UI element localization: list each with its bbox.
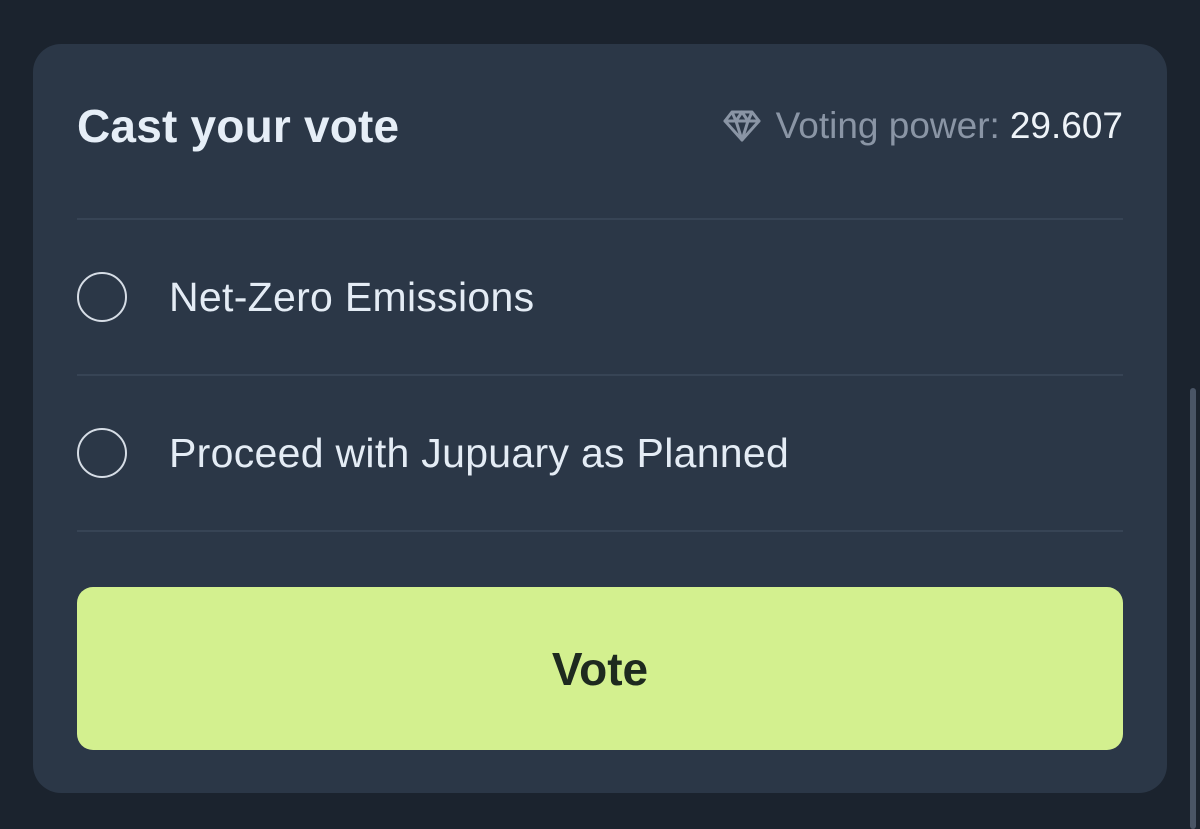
radio-button[interactable] <box>77 428 127 478</box>
vote-option-net-zero-emissions[interactable]: Net-Zero Emissions <box>77 220 1123 376</box>
option-label: Net-Zero Emissions <box>169 273 535 320</box>
scrollbar[interactable] <box>1190 388 1196 829</box>
diamond-icon <box>722 106 762 146</box>
vote-card-header: Cast your vote Voting power: 29.607 <box>77 44 1123 220</box>
vote-button[interactable]: Vote <box>77 587 1123 750</box>
voting-power: Voting power: 29.607 <box>722 102 1123 150</box>
radio-button[interactable] <box>77 272 127 322</box>
option-label: Proceed with Jupuary as Planned <box>169 429 790 476</box>
vote-option-proceed-with-jupuary[interactable]: Proceed with Jupuary as Planned <box>77 376 1123 532</box>
card-title: Cast your vote <box>77 100 400 152</box>
vote-card: Cast your vote Voting power: 29.607 Net-… <box>33 44 1167 793</box>
voting-power-label: Voting power: <box>775 105 1000 146</box>
voting-power-value: 29.607 <box>1009 105 1123 146</box>
